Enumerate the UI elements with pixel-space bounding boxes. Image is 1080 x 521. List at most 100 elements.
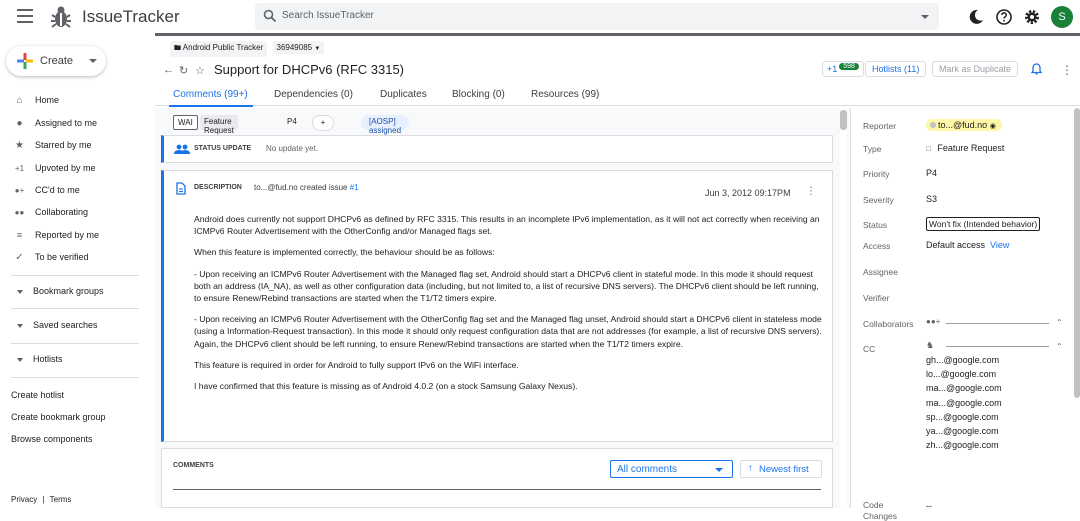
cc-email[interactable]: ya...@google.com: [926, 424, 1002, 438]
priority-value[interactable]: P4: [926, 168, 937, 178]
create-button[interactable]: Create: [6, 46, 106, 76]
nav-upvoted-label: Upvoted by me: [35, 163, 96, 173]
cc-email[interactable]: lo...@google.com: [926, 367, 1002, 381]
sidebar-divider: [11, 308, 139, 309]
breadcrumb-tracker-label: Android Public Tracker: [182, 43, 264, 52]
cc-email[interactable]: ma...@google.com: [926, 381, 1002, 395]
help-icon[interactable]: [995, 8, 1013, 26]
nav-home[interactable]: ⌂ Home: [0, 91, 155, 111]
tab-dependencies[interactable]: Dependencies (0): [274, 89, 353, 100]
cc-email[interactable]: zh...@google.com: [926, 438, 1002, 452]
cc-email[interactable]: sp...@google.com: [926, 410, 1002, 424]
group-hotlists[interactable]: Hotlists: [0, 351, 155, 369]
priority-chip[interactable]: P4: [283, 115, 301, 130]
chevron-up-icon[interactable]: ⌃: [1056, 318, 1063, 327]
status-chip[interactable]: WAI: [173, 115, 198, 130]
nav-ccd-to-me[interactable]: ●+ CC'd to me: [0, 181, 155, 201]
status-value[interactable]: Won't fix (Intended behavior): [926, 217, 1041, 231]
sidebar-divider: [11, 377, 139, 378]
sort-newest-first-button[interactable]: ↑ Newest first: [740, 460, 822, 478]
tab-comments[interactable]: Comments (99+): [173, 89, 248, 100]
nav-upvoted-by-me[interactable]: +1 Upvoted by me: [0, 159, 155, 179]
breadcrumb: 🖿 Android Public Tracker 36949085 ▼: [170, 41, 327, 57]
access-view-link[interactable]: View: [990, 240, 1009, 250]
check-icon: ✓: [15, 252, 24, 263]
chevron-up-icon[interactable]: ⌃: [1056, 342, 1063, 351]
tab-resources[interactable]: Resources (99): [531, 89, 599, 100]
scrollbar-thumb[interactable]: [1074, 108, 1080, 398]
app-title[interactable]: IssueTracker: [82, 7, 180, 27]
folder-icon: 🖿: [174, 45, 181, 52]
settings-gear-icon[interactable]: [1023, 8, 1041, 26]
mark-as-duplicate-button[interactable]: Mark as Duplicate: [932, 61, 1019, 77]
browse-components-link[interactable]: Browse components: [11, 434, 93, 444]
add-chip-button[interactable]: +: [312, 115, 334, 131]
description-heading: DESCRIPTION: [194, 184, 242, 191]
search-options-icon[interactable]: [921, 15, 929, 19]
group-bookmark-groups[interactable]: Bookmark groups: [0, 283, 155, 301]
plus-one-button[interactable]: +1 598: [822, 61, 864, 77]
add-cc-icon[interactable]: ♞: [926, 340, 934, 351]
user-avatar[interactable]: S: [1051, 6, 1073, 28]
nav-starred-by-me[interactable]: ★ Starred by me: [0, 136, 155, 156]
search-bar[interactable]: Search IssueTracker: [255, 3, 939, 30]
privacy-link[interactable]: Privacy: [11, 495, 37, 504]
nav-reported-label: Reported by me: [35, 230, 100, 240]
create-bookmark-group-link[interactable]: Create bookmark group: [11, 412, 106, 422]
breadcrumb-issue-id[interactable]: 36949085 ▼: [272, 41, 325, 54]
nav-home-label: Home: [35, 95, 60, 105]
create-hotlist-link[interactable]: Create hotlist: [11, 390, 64, 400]
priority-label: Priority: [863, 169, 890, 179]
refresh-icon[interactable]: ↻: [179, 64, 188, 77]
severity-value[interactable]: S3: [926, 194, 937, 204]
back-arrow-icon[interactable]: ←: [163, 64, 174, 76]
status-update-card: STATUS UPDATE No update yet.: [161, 135, 833, 163]
type-value[interactable]: □ Feature Request: [926, 143, 1004, 153]
type-label: Type: [863, 144, 882, 154]
comments-filter-select[interactable]: All comments: [610, 460, 733, 478]
comments-heading: COMMENTS: [173, 462, 214, 469]
comments-scrollbar[interactable]: [840, 108, 847, 508]
nav-reported-by-me[interactable]: ≡ Reported by me: [0, 226, 155, 246]
star-outline-icon[interactable]: ☆: [195, 64, 205, 77]
nav-to-be-verified[interactable]: ✓ To be verified: [0, 248, 155, 268]
bell-icon[interactable]: [1031, 63, 1042, 75]
create-dropdown-icon[interactable]: [89, 59, 97, 63]
type-chip[interactable]: Feature Request: [200, 115, 238, 135]
menu-icon[interactable]: [17, 9, 33, 23]
issue-view: 🖿 Android Public Tracker 36949085 ▼ ← ↻ …: [155, 36, 1080, 521]
tab-duplicates[interactable]: Duplicates: [380, 89, 427, 100]
reporter-chip[interactable]: to...@fud.no ◉: [926, 119, 1002, 131]
collaborators-input-line[interactable]: [946, 323, 1049, 324]
page-scrollbar[interactable]: [1074, 108, 1080, 508]
more-options-icon[interactable]: ⋮: [1061, 63, 1073, 77]
comment-ref-link[interactable]: #1: [350, 183, 359, 192]
issue-tabs: Comments (99+) Dependencies (0) Duplicat…: [155, 84, 1080, 106]
dark-mode-icon[interactable]: [967, 8, 985, 26]
chevron-down-icon: ▼: [314, 46, 321, 52]
cc-email[interactable]: ma...@google.com: [926, 396, 1002, 410]
tab-blocking[interactable]: Blocking (0): [452, 89, 505, 100]
cc-input-line[interactable]: [946, 346, 1049, 347]
reporter-label: Reporter: [863, 121, 897, 131]
terms-link[interactable]: Terms: [50, 495, 72, 504]
nav-collaborating[interactable]: ●● Collaborating: [0, 203, 155, 223]
comment-more-icon[interactable]: ⋮: [806, 186, 816, 197]
group-saved-searches[interactable]: Saved searches: [0, 317, 155, 335]
breadcrumb-tracker[interactable]: 🖿 Android Public Tracker: [170, 41, 268, 57]
top-bar: IssueTracker Search IssueTracker S: [0, 0, 1080, 34]
nav-assigned-to-me[interactable]: ● Assigned to me: [0, 114, 155, 134]
description-paragraph: When this feature is implemented correct…: [194, 247, 495, 258]
add-collaborators-icon[interactable]: ●●+: [926, 317, 940, 326]
search-icon: [263, 9, 277, 23]
reporter-value[interactable]: to...@fud.no ◉: [926, 119, 1002, 131]
description-paragraph: I have confirmed that this feature is mi…: [194, 381, 578, 392]
search-input[interactable]: Search IssueTracker: [282, 10, 374, 21]
scrollbar-thumb[interactable]: [840, 110, 847, 130]
sidebar-divider: [11, 343, 139, 344]
hotlist-chip[interactable]: [AOSP] assigned: [361, 115, 410, 135]
bug-logo-icon: [51, 6, 71, 28]
cc-email[interactable]: gh...@google.com: [926, 353, 1002, 367]
hotlists-button[interactable]: Hotlists (11): [865, 61, 927, 77]
chevron-down-icon: [715, 468, 723, 472]
